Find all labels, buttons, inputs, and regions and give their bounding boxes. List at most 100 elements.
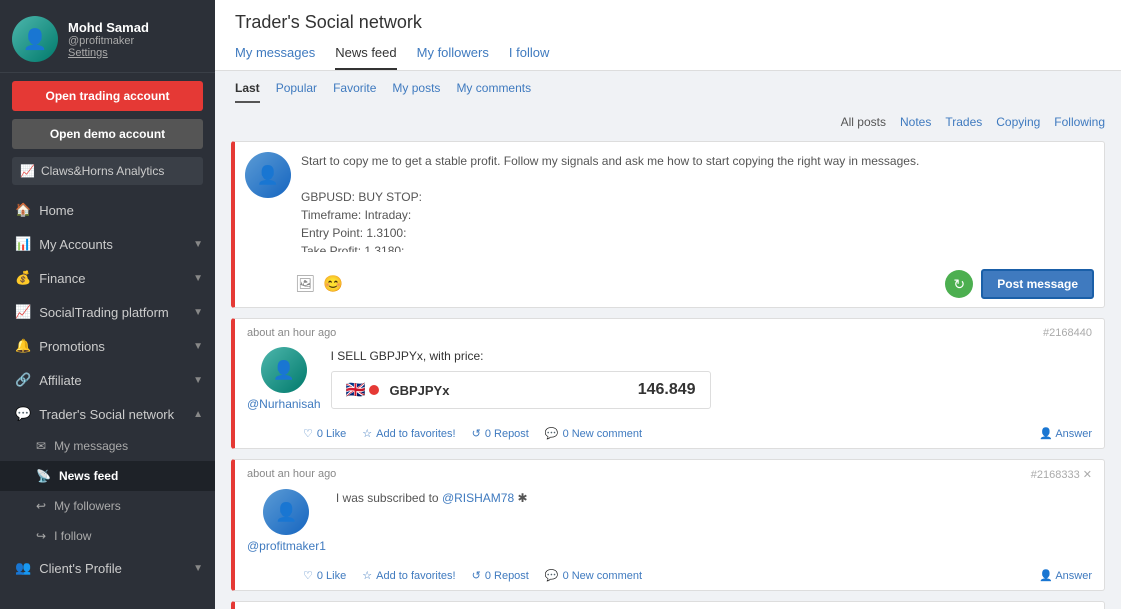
profile-icon: 👥 <box>15 560 31 576</box>
comment-label: 0 New comment <box>563 570 642 582</box>
star-icon: ☆ <box>362 427 372 440</box>
sidebar-item-social-trading[interactable]: 📈 SocialTrading platform ▼ <box>0 295 215 329</box>
sidebar: 👤 Mohd Samad @profitmaker Settings Open … <box>0 0 215 609</box>
heart-icon: ♡ <box>303 427 313 440</box>
news-feed-icon: 📡 <box>36 469 51 483</box>
sub-item-label: My messages <box>54 439 128 453</box>
sidebar-item-affiliate[interactable]: 🔗 Affiliate ▼ <box>0 363 215 397</box>
tab-i-follow[interactable]: I follow <box>509 41 549 70</box>
post-message-button[interactable]: Post message <box>981 269 1094 299</box>
avatar: 👤 <box>12 16 58 62</box>
post-id: #2168333 ✕ <box>1031 468 1092 481</box>
sidebar-item-clients-profile[interactable]: 👥 Client's Profile ▼ <box>0 551 215 585</box>
subtab-my-posts[interactable]: My posts <box>392 77 440 103</box>
chevron-down-icon: ▼ <box>193 273 203 284</box>
sidebar-item-traders-social[interactable]: 💬 Trader's Social network ▲ <box>0 397 215 431</box>
heart-icon: ♡ <box>303 569 313 582</box>
like-label: 0 Like <box>317 428 346 440</box>
sidebar-item-promotions[interactable]: 🔔 Promotions ▼ <box>0 329 215 363</box>
sidebar-profile: 👤 Mohd Samad @profitmaker Settings <box>0 0 215 73</box>
answer-action[interactable]: Answer <box>1039 427 1092 440</box>
open-demo-account-button[interactable]: Open demo account <box>12 119 203 149</box>
post-header: about an hour ago #2168333 ✕ <box>235 460 1104 485</box>
comment-action[interactable]: 💬 0 New comment <box>545 427 642 440</box>
post-time: about an hour ago <box>247 468 336 480</box>
sidebar-sub-my-messages[interactable]: ✉ My messages <box>0 431 215 461</box>
open-trading-account-button[interactable]: Open trading account <box>12 81 203 111</box>
post-avatar: 👤 <box>263 489 309 535</box>
social-network-icon: 💬 <box>15 406 31 422</box>
subtab-last[interactable]: Last <box>235 77 260 103</box>
filter-following[interactable]: Following <box>1054 115 1105 129</box>
sidebar-item-label: Trader's Social network <box>39 407 174 422</box>
repost-label: 0 Repost <box>485 570 529 582</box>
favorites-action[interactable]: ☆ Add to favorites! <box>362 569 455 582</box>
sidebar-item-label: My Accounts <box>39 237 113 252</box>
sidebar-sub-news-feed[interactable]: 📡 News feed <box>0 461 215 491</box>
close-post-icon[interactable]: ✕ <box>1083 469 1092 481</box>
subtab-popular[interactable]: Popular <box>276 77 317 103</box>
sub-item-label: My followers <box>54 499 121 513</box>
post-time: about an hour ago <box>247 327 336 339</box>
filter-all-posts[interactable]: All posts <box>841 115 886 129</box>
like-action[interactable]: ♡ 0 Like <box>303 427 346 440</box>
tab-news-feed[interactable]: News feed <box>335 41 396 70</box>
post-author[interactable]: @Nurhanisah <box>247 397 321 411</box>
settings-link[interactable]: Settings <box>68 47 149 59</box>
post-header: about an hour ago #2168331 ✕ <box>235 602 1104 609</box>
subscribed-user-link[interactable]: @RISHAM78 <box>442 491 514 505</box>
page-title: Trader's Social network <box>235 12 1101 33</box>
favorites-action[interactable]: ☆ Add to favorites! <box>362 427 455 440</box>
favorites-label: Add to favorites! <box>376 570 456 582</box>
sidebar-item-label: Client's Profile <box>39 561 122 576</box>
post-body: 👤 @profitmaker1 I was subscribed to @RIS… <box>235 485 1104 565</box>
refresh-button[interactable]: ↻ <box>945 270 973 298</box>
composer-actions: ↻ Post message <box>945 269 1094 299</box>
favorites-label: Add to favorites! <box>376 428 456 440</box>
post-author[interactable]: @profitmaker1 <box>247 539 326 553</box>
chevron-up-icon: ▲ <box>193 409 203 420</box>
emoji-icon[interactable]: 😊 <box>323 274 343 294</box>
user-handle: @profitmaker <box>68 35 149 47</box>
affiliate-icon: 🔗 <box>15 372 31 388</box>
repost-action[interactable]: ↺ 0 Repost <box>472 569 529 582</box>
post-body: 👤 @Nurhanisah I SELL GBPJPYx, with price… <box>235 343 1104 423</box>
feed-post: about an hour ago #2168331 ✕ 👤 @profitma… <box>231 601 1105 609</box>
chevron-down-icon: ▼ <box>193 239 203 250</box>
answer-action[interactable]: Answer <box>1039 569 1092 582</box>
sub-item-label: I follow <box>54 529 91 543</box>
filter-notes[interactable]: Notes <box>900 115 931 129</box>
username: Mohd Samad <box>68 20 149 35</box>
home-icon: 🏠 <box>15 202 31 218</box>
composer-footer: 🖼 😊 ↻ Post message <box>235 265 1104 307</box>
filter-trades[interactable]: Trades <box>945 115 982 129</box>
repost-icon: ↺ <box>472 427 481 440</box>
post-avatar: 👤 <box>261 347 307 393</box>
analytics-button[interactable]: 📈 Claws&Horns Analytics <box>12 157 203 185</box>
followers-icon: ↩ <box>36 499 46 513</box>
profile-info: Mohd Samad @profitmaker Settings <box>68 20 149 59</box>
image-attach-icon[interactable]: 🖼 <box>295 274 315 294</box>
analytics-label: Claws&Horns Analytics <box>41 164 164 178</box>
sidebar-sub-my-followers[interactable]: ↩ My followers <box>0 491 215 521</box>
sidebar-sub-i-follow[interactable]: ↪ I follow <box>0 521 215 551</box>
trade-symbol: GBPJPYx <box>389 383 449 398</box>
subtab-my-comments[interactable]: My comments <box>456 77 531 103</box>
chevron-down-icon: ▼ <box>193 563 203 574</box>
repost-action[interactable]: ↺ 0 Repost <box>472 427 529 440</box>
tab-my-followers[interactable]: My followers <box>417 41 489 70</box>
sidebar-item-my-accounts[interactable]: 📊 My Accounts ▼ <box>0 227 215 261</box>
composer-textarea[interactable]: Start to copy me to get a stable profit.… <box>301 152 1094 252</box>
sidebar-item-finance[interactable]: 💰 Finance ▼ <box>0 261 215 295</box>
filter-copying[interactable]: Copying <box>996 115 1040 129</box>
like-action[interactable]: ♡ 0 Like <box>303 569 346 582</box>
tab-my-messages[interactable]: My messages <box>235 41 315 70</box>
star-icon: ☆ <box>362 569 372 582</box>
comment-action[interactable]: 💬 0 New comment <box>545 569 642 582</box>
trade-price: 146.849 <box>638 381 696 399</box>
sidebar-item-label: Finance <box>39 271 85 286</box>
subtab-favorite[interactable]: Favorite <box>333 77 376 103</box>
sidebar-item-home[interactable]: 🏠 Home <box>0 193 215 227</box>
sub-tabs-bar: Last Popular Favorite My posts My commen… <box>215 71 1121 103</box>
post-actions: ♡ 0 Like ☆ Add to favorites! ↺ 0 Repost … <box>235 423 1104 448</box>
